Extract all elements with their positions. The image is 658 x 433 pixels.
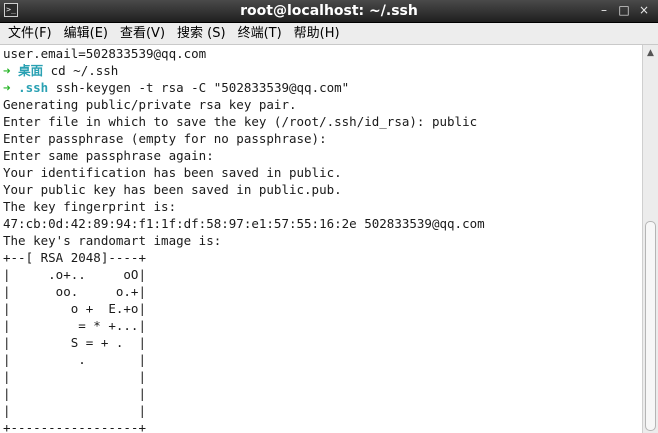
maximize-button[interactable]: □ bbox=[616, 2, 632, 18]
prompt-cwd: 桌面 bbox=[18, 63, 44, 78]
prompt-cwd: .ssh bbox=[18, 80, 49, 95]
output-line: Enter passphrase (empty for no passphras… bbox=[3, 131, 327, 146]
output-line: The key fingerprint is: bbox=[3, 199, 177, 214]
output-line: The key's randomart image is: bbox=[3, 233, 222, 248]
randomart-line: | | bbox=[3, 403, 146, 418]
window-title: root@localhost: ~/.ssh bbox=[240, 3, 418, 19]
triangle-up-icon[interactable]: ▲ bbox=[643, 45, 658, 61]
menu-help[interactable]: 帮助(H) bbox=[288, 24, 346, 43]
menu-search[interactable]: 搜索 (S) bbox=[171, 24, 232, 43]
minimize-button[interactable]: – bbox=[596, 2, 612, 18]
menu-bar: 文件(F) 编辑(E) 查看(V) 搜索 (S) 终端(T) 帮助(H) bbox=[0, 23, 658, 45]
randomart-line: | . | bbox=[3, 352, 146, 367]
output-line: Your identification has been saved in pu… bbox=[3, 165, 342, 180]
output-line: Generating public/private rsa key pair. bbox=[3, 97, 297, 112]
randomart-line: | .o+.. oO| bbox=[3, 267, 146, 282]
prompt-command: cd ~/.ssh bbox=[43, 63, 119, 78]
output-line: user.email=502833539@qq.com bbox=[3, 46, 207, 61]
key-fingerprint: 47:cb:0d:42:89:94:f1:1f:df:58:97:e1:57:5… bbox=[3, 216, 485, 231]
randomart-line: +-----------------+ bbox=[3, 420, 146, 433]
randomart-line: | = * +...| bbox=[3, 318, 146, 333]
randomart-line: | S = + . | bbox=[3, 335, 146, 350]
menu-view[interactable]: 查看(V) bbox=[114, 24, 171, 43]
menu-edit[interactable]: 编辑(E) bbox=[58, 24, 114, 43]
randomart-line: +--[ RSA 2048]----+ bbox=[3, 250, 146, 265]
output-line: Your public key has been saved in public… bbox=[3, 182, 342, 197]
window-titlebar[interactable]: >_ root@localhost: ~/.ssh – □ × bbox=[0, 0, 658, 23]
scrollbar-thumb[interactable] bbox=[645, 221, 656, 431]
prompt-arrow-icon: ➜ bbox=[3, 63, 11, 78]
prompt-command: ssh-keygen -t rsa -C "502833539@qq.com" bbox=[48, 80, 350, 95]
window-controls: – □ × bbox=[596, 2, 652, 18]
randomart-line: | oo. o.+| bbox=[3, 284, 146, 299]
randomart-line: | | bbox=[3, 386, 146, 401]
terminal-output[interactable]: user.email=502833539@qq.com ➜ 桌面 cd ~/.s… bbox=[0, 45, 642, 433]
menu-terminal[interactable]: 终端(T) bbox=[232, 24, 288, 43]
close-button[interactable]: × bbox=[636, 2, 652, 18]
randomart-line: | o + E.+o| bbox=[3, 301, 146, 316]
prompt-line: ➜ .ssh ssh-keygen -t rsa -C "502833539@q… bbox=[0, 79, 642, 96]
output-line: Enter same passphrase again: bbox=[3, 148, 214, 163]
randomart-line: | | bbox=[3, 369, 146, 384]
prompt-arrow-icon: ➜ bbox=[3, 80, 11, 95]
vertical-scrollbar[interactable]: ▲ bbox=[642, 45, 658, 433]
output-line: Enter file in which to save the key (/ro… bbox=[3, 114, 478, 129]
prompt-line: ➜ 桌面 cd ~/.ssh bbox=[0, 62, 642, 79]
menu-file[interactable]: 文件(F) bbox=[0, 24, 58, 43]
